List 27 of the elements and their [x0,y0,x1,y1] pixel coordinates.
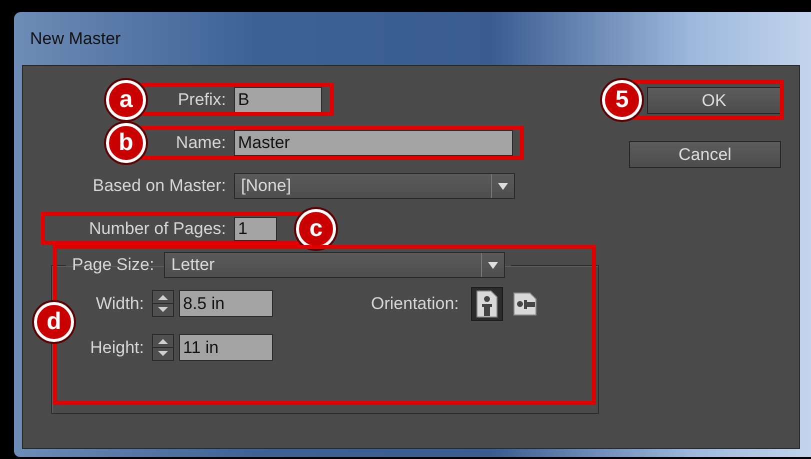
page-size-dropdown[interactable]: Letter [164,252,506,278]
field-label: Name: [176,133,226,153]
prefix-field[interactable]: B [234,87,322,113]
callout-badge: 5 [602,80,642,120]
stepper-icon[interactable] [152,334,174,361]
field-label: Number of Pages: [88,219,226,239]
landscape-page-icon [512,290,537,318]
stepper-icon[interactable] [152,290,174,317]
dialog-button[interactable]: Cancel [629,141,781,168]
field-label: Based on Master: [92,176,226,196]
portrait-page-icon [474,290,499,318]
width-field[interactable]: 8.5 in [179,290,273,317]
field-label: Prefix: [178,90,226,110]
height-field[interactable]: 11 in [179,334,273,361]
field-label: Width: [96,294,144,314]
callout-badge: d [34,302,74,342]
pages-field[interactable]: 1 [234,217,277,241]
name-field[interactable]: Master [234,130,513,156]
callout-badge: a [106,80,146,120]
field-label: Height: [90,338,144,358]
master-dropdown[interactable]: [None] [234,173,515,199]
callout-badge: b [106,123,146,163]
field-label: Page Size: [72,255,154,275]
dialog-button[interactable]: OK [647,87,781,114]
field-label: Orientation: [371,294,459,314]
window-title: New Master [30,28,121,48]
orientation-button[interactable] [470,286,503,320]
